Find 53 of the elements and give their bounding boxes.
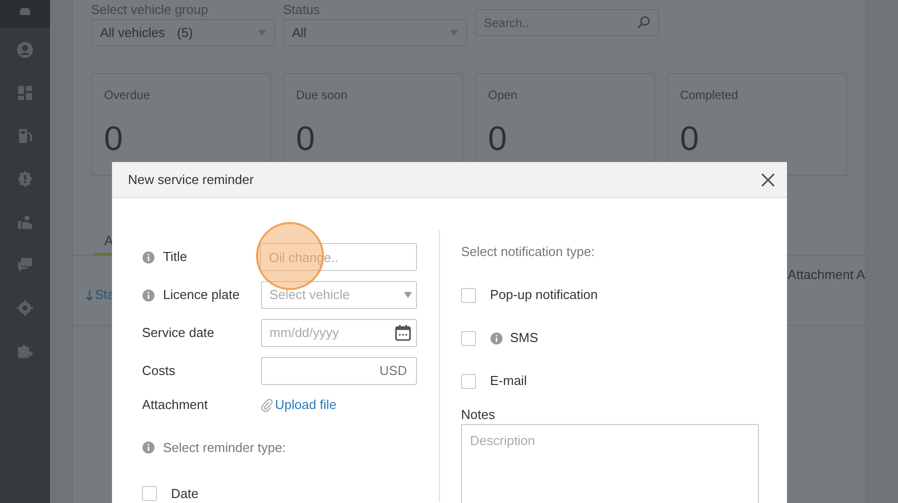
field-label: Notes bbox=[461, 406, 496, 424]
stat-label: Open bbox=[488, 87, 518, 104]
stat-value: 0 bbox=[488, 122, 508, 156]
field-label: Title bbox=[163, 248, 188, 266]
user-icon[interactable] bbox=[16, 40, 34, 58]
notes-field[interactable]: Description bbox=[461, 424, 759, 503]
stat-label: Due soon bbox=[296, 87, 348, 104]
fuel-pump-icon[interactable] bbox=[16, 126, 34, 144]
stat-value: 0 bbox=[296, 122, 316, 156]
sidebar-item[interactable] bbox=[0, 0, 50, 28]
checkbox[interactable] bbox=[461, 288, 476, 302]
info-icon[interactable] bbox=[490, 332, 503, 344]
stat-label: Completed bbox=[680, 87, 740, 104]
currency-field[interactable]: USD bbox=[260, 357, 417, 385]
calendar-icon[interactable] bbox=[394, 324, 412, 342]
modal-title: New service reminder bbox=[128, 170, 254, 189]
alert-badge-icon[interactable] bbox=[16, 170, 34, 188]
info-icon[interactable] bbox=[142, 441, 155, 454]
chat-icon[interactable] bbox=[16, 256, 34, 274]
stat-value: 0 bbox=[680, 122, 700, 156]
checkbox-label: SMS bbox=[510, 329, 538, 348]
arrow-down-icon bbox=[86, 290, 93, 300]
info-icon[interactable] bbox=[142, 250, 155, 264]
stat-label: Overdue bbox=[104, 87, 152, 104]
field-label: Licence plate bbox=[163, 286, 240, 304]
section-label: Select notification type: bbox=[461, 243, 596, 261]
info-icon[interactable] bbox=[142, 288, 155, 302]
checkbox[interactable] bbox=[461, 374, 476, 388]
dropdown[interactable]: All bbox=[283, 19, 467, 46]
dashboard-icon[interactable] bbox=[16, 84, 34, 102]
checkbox-label: Pop-up notification bbox=[490, 286, 598, 304]
field-label: Costs bbox=[142, 362, 176, 380]
upload-link[interactable]: Upload file bbox=[261, 395, 336, 415]
dropdown[interactable]: All vehicles (5) bbox=[91, 19, 275, 46]
dropdown[interactable]: Select vehicle bbox=[260, 281, 417, 309]
checkbox-label: E-mail bbox=[490, 372, 527, 390]
field-label: Attachment bbox=[142, 396, 208, 414]
caret-icon bbox=[404, 292, 412, 298]
caret-icon bbox=[450, 30, 458, 36]
column-header: Attachment A bbox=[788, 266, 865, 284]
checkbox-label: Date bbox=[171, 484, 198, 502]
date-field[interactable]: mm/dd/yyyy bbox=[260, 319, 417, 347]
field-label: Service date bbox=[142, 324, 214, 342]
search-icon[interactable] bbox=[637, 16, 650, 29]
checkbox[interactable] bbox=[142, 486, 157, 501]
section-label: Select reminder type: bbox=[163, 439, 286, 457]
close-icon bbox=[761, 172, 775, 186]
settings-icon[interactable] bbox=[16, 298, 34, 316]
stat-value: 0 bbox=[104, 122, 124, 156]
paperclip-icon bbox=[261, 398, 273, 412]
hand-icon[interactable] bbox=[16, 212, 34, 230]
caret-icon bbox=[258, 30, 266, 36]
checkbox[interactable] bbox=[461, 330, 476, 346]
